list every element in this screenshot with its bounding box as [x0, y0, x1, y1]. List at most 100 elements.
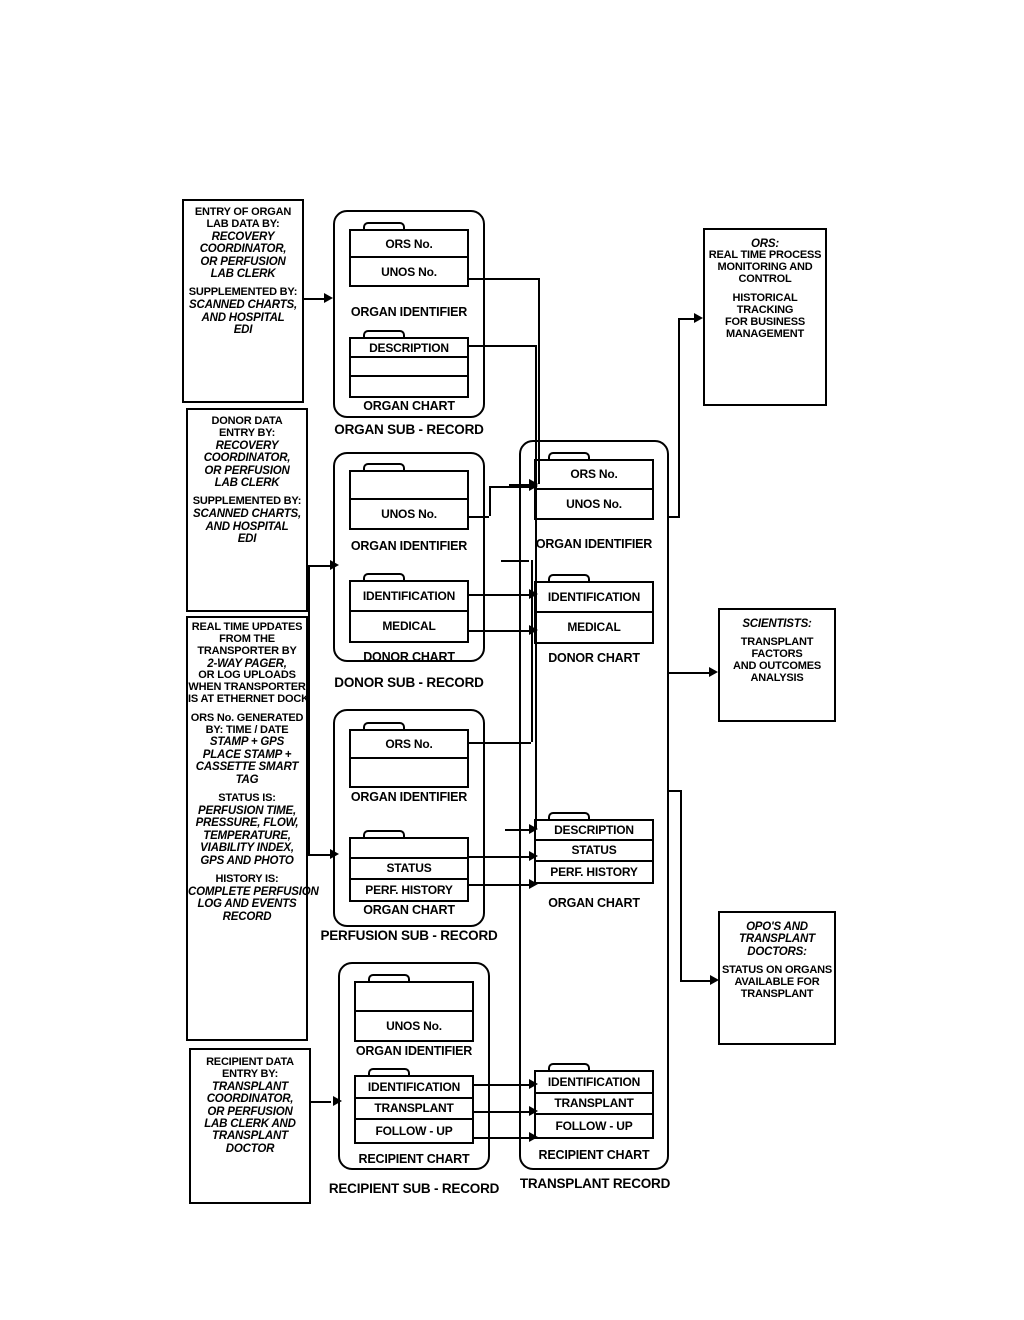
folder-row-follow-up: FOLLOW - UP: [375, 1124, 453, 1139]
folder-body: UNOS No.: [354, 981, 474, 1042]
text-line: RECORD: [222, 910, 272, 923]
folder-label: ORGAN CHART: [548, 896, 640, 910]
text-line: COORDINATOR,: [206, 1093, 294, 1106]
text-line: OR PERFUSION: [207, 1105, 293, 1118]
connector-line: [678, 318, 680, 518]
text-line: SCIENTISTS:: [742, 618, 812, 630]
arrowhead-icon: [330, 560, 339, 570]
folder-row-empty: [356, 983, 472, 1012]
recipient-data-entry: RECIPIENT DATA ENTRY BY: TRANSPLANT COORDIN…: [189, 1048, 311, 1204]
connector-line: [501, 560, 529, 562]
connector-line: [531, 560, 533, 742]
page-header: [0, 88, 1024, 112]
folder-label: RECIPIENT CHART: [358, 1152, 470, 1166]
folder-row-ors-no: ORS No.: [351, 231, 467, 258]
folder-organ-identifier: ORS No. UNOS No. ORGAN IDENTIFIER: [534, 452, 654, 551]
connector-line: [680, 980, 710, 982]
text-line: DOCTOR: [225, 1142, 275, 1155]
text-line: HISTORY IS:: [215, 872, 279, 885]
real-time-updates: REAL TIME UPDATES FROM THE TRANSPORTER BY 2…: [186, 616, 319, 1041]
folder-body: IDENTIFICATION TRANSPLANT FOLLOW - UP: [534, 1070, 654, 1139]
arrowhead-icon: [529, 1079, 538, 1089]
text-line: COMPLETE PERFUSION: [188, 885, 319, 898]
connector-line: [469, 884, 509, 886]
text-line: ORS No. GENERATED: [190, 711, 304, 724]
text-line: OR PERFUSION: [204, 464, 290, 477]
text-line: AND HOSPITAL: [201, 311, 285, 324]
folder-row-identification: IDENTIFICATION: [351, 582, 467, 612]
connector-line: [538, 278, 540, 484]
text-line: TRANSPORTER BY: [197, 644, 297, 657]
ors-monitoring-output: ORS: REAL TIME PROCESS MONITORING AND CONTR…: [703, 228, 827, 406]
text-line: WHEN TRANSPORTER: [188, 680, 306, 693]
folder-row-unos-no: UNOS No.: [566, 496, 622, 511]
text-line: LAB DATA BY:: [206, 217, 280, 230]
connector-line: [469, 345, 535, 347]
text-line: BY: TIME / DATE: [205, 723, 289, 736]
folder-row-medical: MEDICAL: [382, 619, 436, 634]
text-line: PLACE STAMP +: [202, 748, 292, 761]
text-line: ENTRY BY:: [218, 426, 276, 439]
folder-label: ORGAN IDENTIFIER: [350, 305, 468, 319]
text-line: CASSETTE SMART: [195, 761, 299, 774]
text-line: DOCTORS:: [747, 945, 807, 958]
text-line: TRANSPLANT: [212, 1130, 288, 1143]
connector-line: [469, 594, 509, 596]
folder-body: ORS No.: [349, 729, 469, 788]
text-line: IS AT ETHERNET DOCK: [188, 692, 309, 705]
connector-line: [308, 854, 330, 856]
connector-line: [680, 790, 682, 980]
folder-organ-identifier: UNOS No. ORGAN IDENTIFIER: [354, 974, 474, 1058]
text-line: ANALYSIS: [750, 672, 804, 685]
folder-donor-chart: IDENTIFICATION MEDICAL DONOR CHART: [349, 573, 469, 664]
text-line: SCANNED CHARTS,: [189, 299, 297, 312]
arrowhead-icon: [710, 975, 719, 985]
folder-label: ORGAN IDENTIFIER: [350, 539, 468, 553]
text-line: COORDINATOR,: [199, 243, 287, 256]
arrowhead-icon: [324, 293, 333, 303]
organ-sub-record-label: ORGAN SUB - RECORD: [334, 422, 484, 437]
connector-line: [509, 594, 529, 596]
folder-row-description: DESCRIPTION: [351, 339, 467, 358]
text-line: LAB CLERK AND: [204, 1117, 296, 1130]
connector-line: [469, 278, 538, 280]
arrowhead-icon: [529, 824, 538, 834]
folder-row-description: DESCRIPTION: [536, 821, 652, 842]
folder-row-unos-no: UNOS No.: [386, 1018, 442, 1033]
text-line: VIABILITY INDEX,: [200, 842, 294, 855]
folder-organ-identifier: ORS No. UNOS No. ORGAN IDENTIFIER: [349, 222, 469, 319]
folder-label: RECIPIENT CHART: [538, 1148, 650, 1162]
text-line: AND HOSPITAL: [205, 520, 289, 533]
text-line: OPO'S AND: [746, 921, 808, 933]
folder-body: STATUS PERF. HISTORY: [349, 837, 469, 902]
donor-data-entry: DONOR DATA ENTRY BY: RECOVERY COORDINATOR, O…: [186, 408, 308, 612]
folder-body: ORS No. UNOS No.: [534, 459, 654, 520]
arrowhead-icon: [709, 667, 718, 677]
transplant-record-label: TRANSPLANT RECORD: [519, 1176, 671, 1191]
connector-line: [469, 742, 531, 744]
folder-row-identification: IDENTIFICATION: [356, 1077, 472, 1099]
text-line: GPS AND PHOTO: [200, 854, 294, 867]
folder-row-empty: [351, 759, 467, 787]
text-line: SCANNED CHARTS,: [193, 508, 301, 521]
folder-row-perf-history: PERF. HISTORY: [550, 864, 638, 879]
text-line: EDI: [233, 324, 253, 337]
text-line: COORDINATOR,: [203, 452, 291, 465]
folder-label: DONOR CHART: [548, 651, 640, 665]
folder-body: IDENTIFICATION TRANSPLANT FOLLOW - UP: [354, 1075, 474, 1144]
recipient-sub-record-label: RECIPIENT SUB - RECORD: [328, 1181, 500, 1196]
text-line: SUPPLEMENTED BY:: [188, 286, 298, 299]
folder-body: DESCRIPTION: [349, 337, 469, 398]
arrowhead-icon: [330, 849, 339, 859]
folder-body: UNOS No.: [349, 470, 469, 530]
text-line: LAB CLERK: [214, 476, 280, 489]
text-line: TRANSPLANT: [739, 933, 815, 946]
folder-row-ors-no: ORS No.: [536, 461, 652, 490]
connector-line: [669, 672, 709, 674]
folder-row-ors-no: ORS No.: [351, 731, 467, 759]
folder-row-status: STATUS: [536, 841, 652, 862]
text-line: LAB CLERK: [210, 267, 276, 280]
arrowhead-icon: [529, 1106, 538, 1116]
folder-row-identification: IDENTIFICATION: [536, 583, 652, 613]
text-line: FROM THE: [219, 632, 275, 645]
